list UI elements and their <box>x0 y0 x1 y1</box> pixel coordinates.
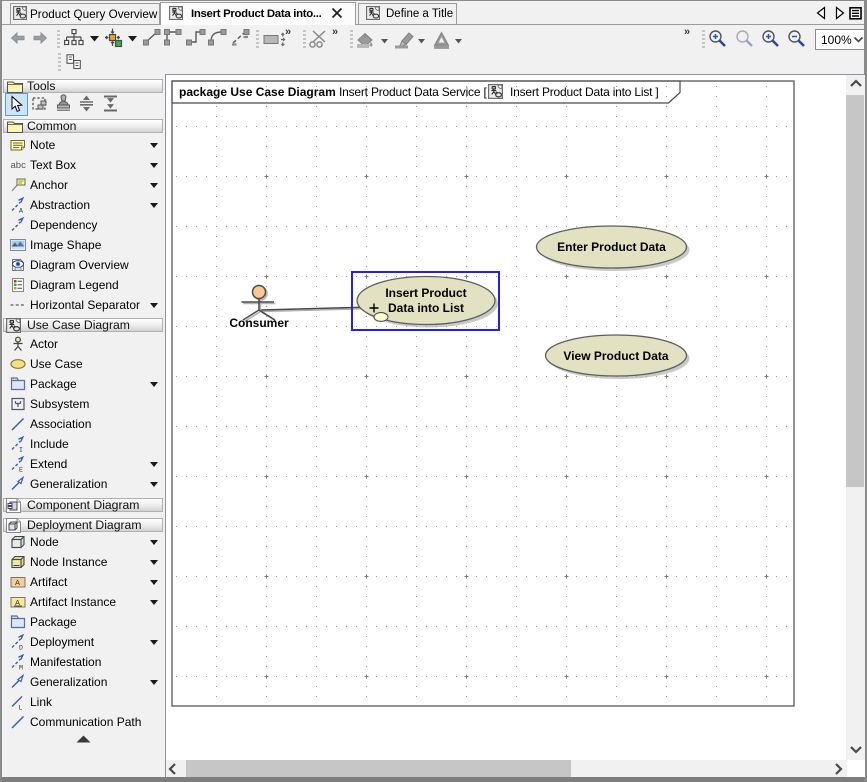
svg-text:Insert Product Data into List: Insert Product Data into List ] <box>510 85 659 99</box>
svg-text:View Product Data: View Product Data <box>563 349 668 363</box>
svg-text:Enter Product Data: Enter Product Data <box>557 240 666 254</box>
svg-text:M: M <box>19 665 23 672</box>
svg-text:I: I <box>19 447 23 454</box>
svg-text:abc: abc <box>11 160 27 171</box>
svg-text:D: D <box>19 645 23 652</box>
svg-text:E: E <box>19 467 23 474</box>
svg-text:Insert Product Data Service [: Insert Product Data Service [ <box>339 85 487 99</box>
svg-text:A: A <box>19 208 23 215</box>
svg-text:Consumer: Consumer <box>229 316 289 330</box>
svg-text:Insert Product: Insert Product <box>385 286 466 300</box>
svg-text:A: A <box>15 578 20 587</box>
svg-text:L: L <box>19 705 23 712</box>
svg-text:Data into List: Data into List <box>388 301 464 315</box>
svg-text:package Use Case Diagram: package Use Case Diagram <box>179 85 336 99</box>
